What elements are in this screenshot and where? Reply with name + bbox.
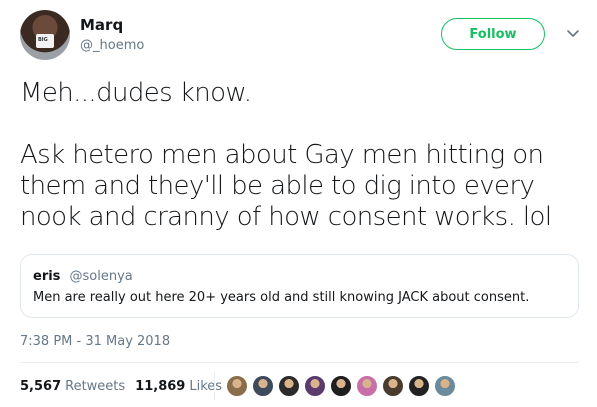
stats-vertical-divider: [214, 372, 215, 400]
stats-divider-top: [20, 362, 579, 363]
quoted-tweet-header: eris @solenya: [33, 265, 566, 284]
author-avatar[interactable]: BIG: [20, 10, 70, 60]
tweet-paragraph-gap: [20, 109, 580, 140]
liker-avatar-4[interactable]: [303, 374, 327, 398]
likes-label: Likes: [189, 378, 223, 394]
quoted-tweet[interactable]: eris @solenya Men are really out here 20…: [20, 254, 579, 318]
liker-avatar-7[interactable]: [381, 374, 405, 398]
liker-avatar-3[interactable]: [277, 374, 301, 398]
follow-button[interactable]: Follow: [441, 18, 545, 50]
retweets-count: 5,567: [20, 378, 62, 394]
retweets-label: Retweets: [65, 378, 126, 394]
likes-stat[interactable]: 11,869 Likes: [135, 379, 222, 394]
liker-avatar-5[interactable]: [329, 374, 353, 398]
tweet-timestamp[interactable]: 7:38 PM - 31 May 2018: [20, 334, 170, 349]
tweet-header: BIG Marq @_hoemo Follow: [20, 10, 580, 62]
liker-avatar-2[interactable]: [251, 374, 275, 398]
tweet-text: Meh...dudes know. Ask hetero men about G…: [20, 78, 580, 233]
liker-avatar-8[interactable]: [407, 374, 431, 398]
author-display-name[interactable]: Marq: [80, 16, 123, 34]
tweet-line-2: Ask hetero men about Gay men hitting on …: [20, 140, 552, 232]
likers-avatars: [225, 374, 459, 398]
author-handle[interactable]: @_hoemo: [80, 38, 144, 53]
liker-avatar-1[interactable]: [225, 374, 249, 398]
chevron-down-icon[interactable]: [566, 26, 580, 40]
liker-avatar-6[interactable]: [355, 374, 379, 398]
tweet-stats: 5,567 Retweets 11,869 Likes: [20, 374, 222, 398]
quoted-author-handle: @solenya: [69, 269, 133, 284]
tweet-line-1: Meh...dudes know.: [20, 78, 252, 108]
retweets-stat[interactable]: 5,567 Retweets: [20, 379, 125, 394]
quoted-author-name: eris: [33, 269, 61, 284]
liker-avatar-9[interactable]: [433, 374, 457, 398]
avatar-mug-text: BIG: [38, 37, 48, 43]
likes-count: 11,869: [135, 378, 186, 394]
quoted-tweet-text: Men are really out here 20+ years old an…: [33, 290, 530, 305]
